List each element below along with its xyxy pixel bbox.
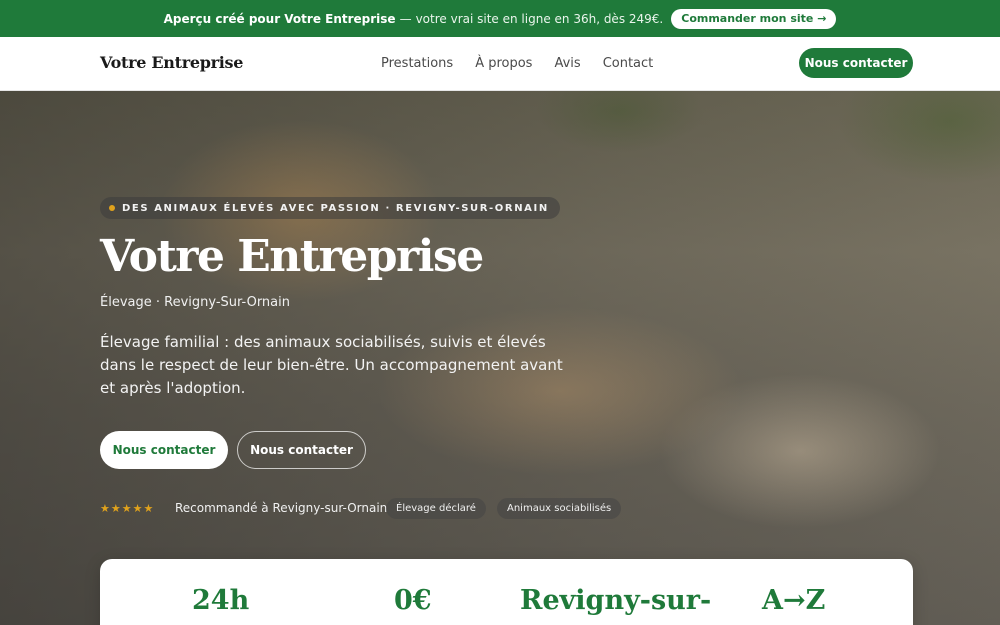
nav-item-a-propos[interactable]: À propos bbox=[475, 56, 532, 71]
hero-section: DES ANIMAUX ÉLEVÉS AVEC PASSION · REVIGN… bbox=[0, 91, 1000, 625]
hero-title: Votre Entreprise bbox=[100, 231, 484, 282]
stat-a-to-z: A→Z bbox=[762, 585, 826, 616]
chip-animaux-sociabilises: Animaux sociabilisés bbox=[497, 498, 622, 519]
hero-badge: DES ANIMAUX ÉLEVÉS AVEC PASSION · REVIGN… bbox=[100, 197, 560, 219]
hero-subtitle: Élevage · Revigny-Sur-Ornain bbox=[100, 295, 290, 310]
site-header: Votre Entreprise Prestations À propos Av… bbox=[0, 37, 1000, 91]
stat-0-euro: 0€ bbox=[394, 585, 432, 616]
main-nav: Prestations À propos Avis Contact bbox=[381, 56, 653, 71]
hero-description: Élevage familial : des animaux sociabili… bbox=[100, 333, 563, 397]
chip-elevage-declare: Élevage déclaré bbox=[386, 498, 486, 519]
rating-stars-icon: ★★★★★ bbox=[100, 502, 155, 515]
hero-badge-text: DES ANIMAUX ÉLEVÉS AVEC PASSION · REVIGN… bbox=[122, 202, 549, 214]
stat-24h: 24h bbox=[192, 585, 250, 616]
promo-text: votre vrai site en ligne en 36h, dès 249… bbox=[415, 11, 664, 26]
promo-separator: — bbox=[399, 11, 412, 26]
site-logo[interactable]: Votre Entreprise bbox=[100, 53, 243, 72]
nav-item-contact[interactable]: Contact bbox=[603, 56, 654, 71]
stat-location: Revigny-sur- bbox=[520, 585, 712, 616]
promo-text-bold: Aperçu créé pour Votre Entreprise bbox=[163, 11, 396, 26]
badge-dot-icon bbox=[109, 205, 115, 211]
promo-bar: Aperçu créé pour Votre Entreprise — votr… bbox=[0, 0, 1000, 37]
header-contact-button[interactable]: Nous contacter bbox=[799, 48, 913, 78]
nav-item-prestations[interactable]: Prestations bbox=[381, 56, 453, 71]
recommendation-text: Recommandé à Revigny-sur-Ornain bbox=[175, 501, 388, 515]
order-site-button[interactable]: Commander mon site → bbox=[671, 8, 837, 29]
nav-item-avis[interactable]: Avis bbox=[554, 56, 580, 71]
stats-card: 24h 0€ Revigny-sur- A→Z bbox=[100, 559, 913, 625]
hero-contact-outline-button[interactable]: Nous contacter bbox=[237, 431, 366, 469]
hero-contact-button[interactable]: Nous contacter bbox=[100, 431, 228, 469]
